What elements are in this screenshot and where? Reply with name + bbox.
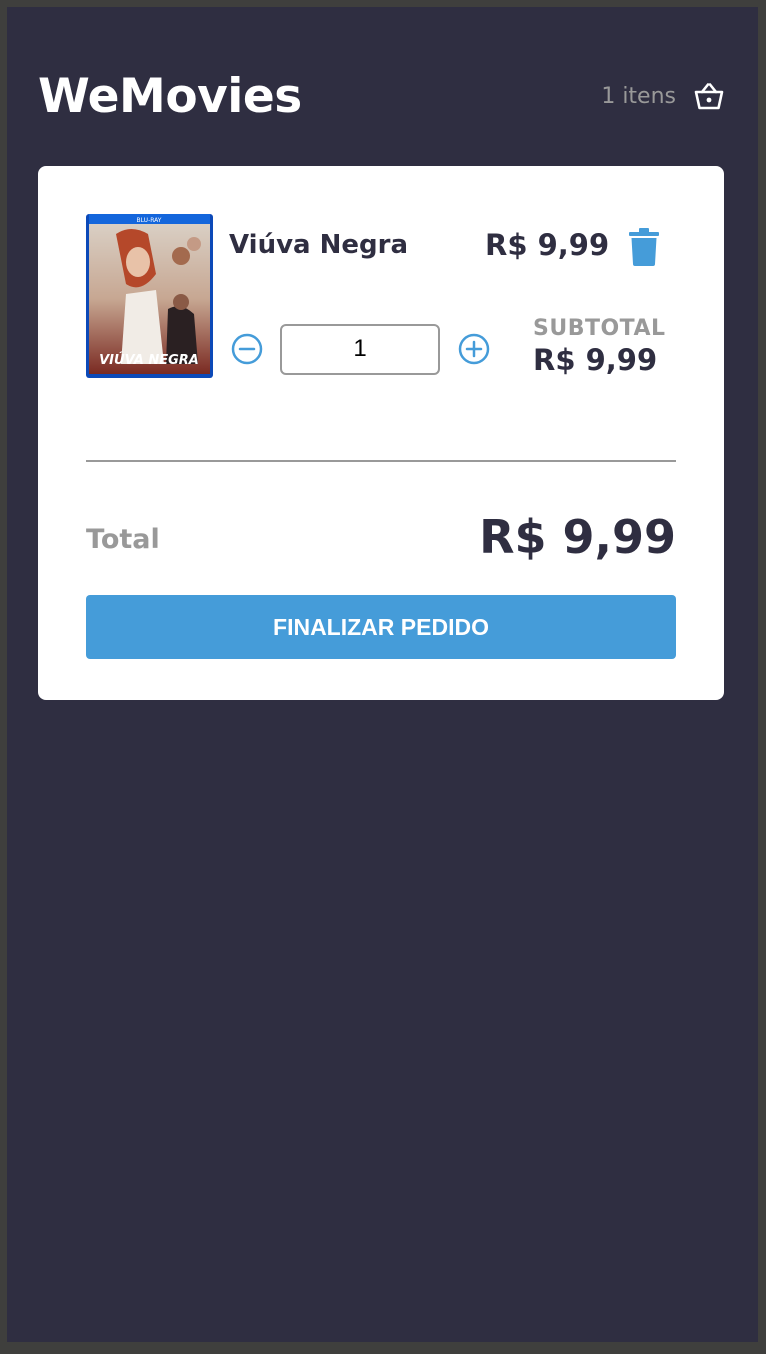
minus-circle-icon[interactable] bbox=[231, 333, 263, 365]
app-logo[interactable]: WeMovies bbox=[38, 69, 302, 124]
app-viewport: WeMovies 1 itens BLU-RAY VIÚVA NEGRA Viú… bbox=[7, 7, 758, 1342]
header: WeMovies 1 itens bbox=[38, 63, 724, 129]
total-value: R$ 9,99 bbox=[479, 510, 676, 564]
product-title: Viúva Negra bbox=[229, 230, 409, 260]
poster-title: VIÚVA NEGRA bbox=[99, 352, 199, 368]
quantity-input[interactable] bbox=[280, 323, 440, 375]
plus-circle-icon[interactable] bbox=[458, 333, 490, 365]
subtotal-value: R$ 9,99 bbox=[533, 343, 658, 377]
quantity-stepper bbox=[231, 323, 490, 375]
movie-poster: BLU-RAY VIÚVA NEGRA bbox=[86, 214, 213, 378]
cart-card: BLU-RAY VIÚVA NEGRA Viúva Negra R$ 9,99 bbox=[38, 166, 724, 700]
basket-icon bbox=[694, 83, 724, 110]
poster-image: BLU-RAY VIÚVA NEGRA bbox=[86, 214, 213, 378]
checkout-button[interactable]: FINALIZAR PEDIDO bbox=[86, 595, 676, 659]
cart-summary[interactable]: 1 itens bbox=[601, 82, 724, 110]
cart-count: 1 itens bbox=[601, 83, 676, 109]
item-subtotal: SUBTOTAL R$ 9,99 bbox=[533, 316, 666, 377]
svg-text:BLU-RAY: BLU-RAY bbox=[137, 217, 162, 224]
divider bbox=[86, 460, 676, 462]
product-price: R$ 9,99 bbox=[485, 228, 610, 262]
delete-item-button[interactable] bbox=[629, 228, 659, 266]
total-label: Total bbox=[86, 524, 160, 555]
trash-icon bbox=[629, 228, 659, 266]
subtotal-label: SUBTOTAL bbox=[533, 316, 666, 341]
